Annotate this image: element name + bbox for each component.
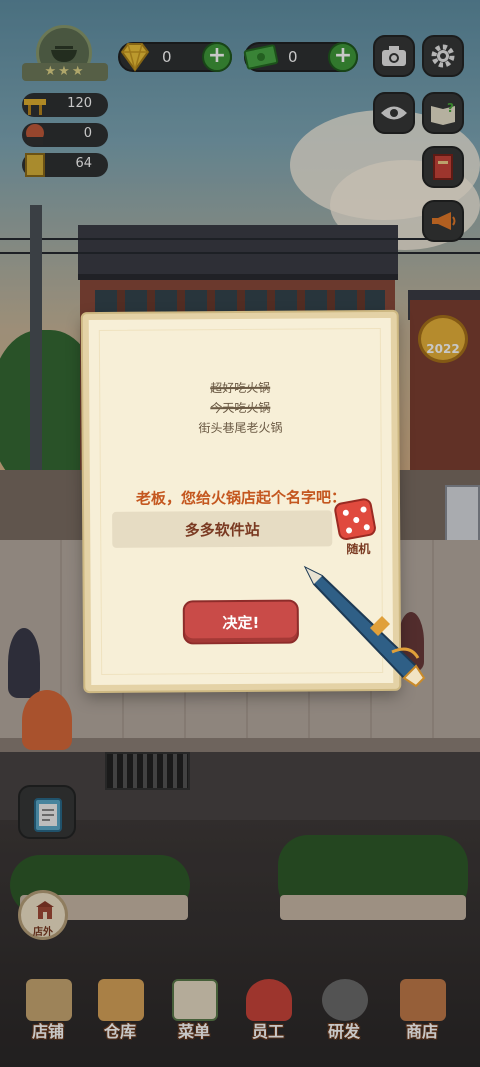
rejected-name-text: 超好吃火锅 [210, 380, 271, 396]
previous-name: 街头巷尾老火锅 [89, 418, 391, 437]
rejected-name: 超好吃火锅 [89, 378, 391, 397]
rejected-name-text: 今天吃火锅 [210, 400, 271, 416]
fountain-pen-icon [303, 565, 426, 688]
dice-pip [363, 523, 371, 531]
dice-pip [345, 526, 353, 534]
previous-name-text: 街头巷尾老火锅 [198, 420, 283, 436]
random-name-label[interactable]: 随机 [338, 540, 378, 557]
rejected-name: 今天吃火锅 [89, 398, 391, 417]
dice-pip [342, 509, 350, 517]
dice-pip [360, 506, 368, 514]
confirm-button[interactable]: 决定! [182, 599, 299, 645]
dice-pip [352, 516, 360, 524]
random-name-button[interactable] [333, 497, 378, 542]
store-name-input[interactable]: 多多软件站 [112, 510, 333, 548]
